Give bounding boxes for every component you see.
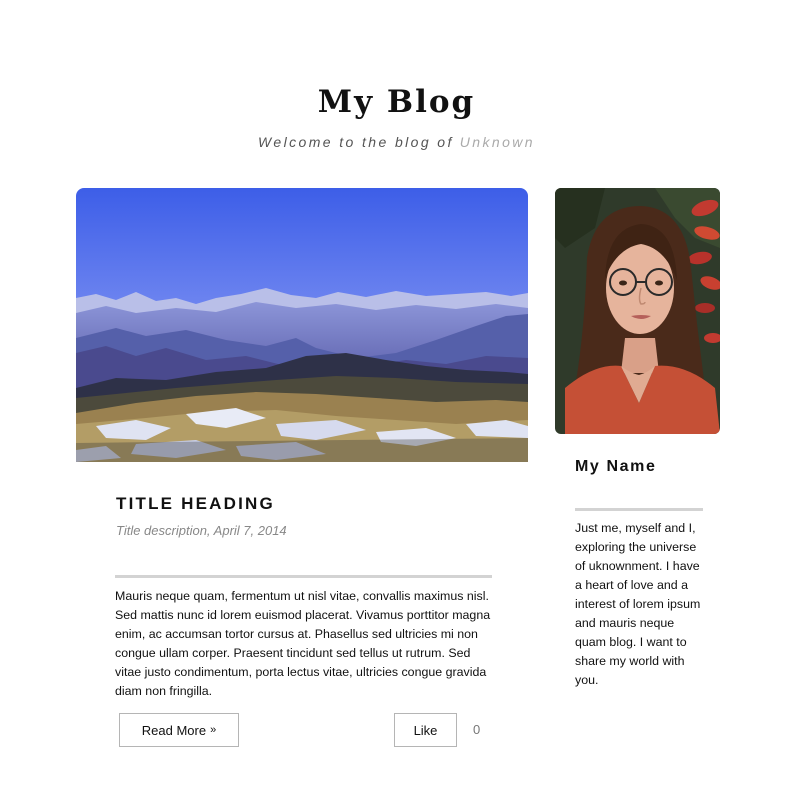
read-more-label: Read More — [141, 722, 207, 738]
read-more-button[interactable]: Read More» — [119, 713, 239, 747]
like-button[interactable]: Like — [394, 713, 457, 747]
profile-divider — [575, 508, 703, 511]
post-divider — [115, 575, 492, 578]
post-hero-image — [76, 188, 528, 462]
blog-title: My Blog — [317, 84, 476, 120]
blog-subtitle: Welcome to the blog of Unknown — [0, 134, 793, 150]
like-count: 0 — [473, 722, 481, 737]
post-meta: Title description, April 7, 2014 — [116, 523, 287, 538]
like-label: Like — [413, 722, 438, 738]
subtitle-author: Unknown — [459, 134, 535, 150]
post-title: TITLE HEADING — [116, 494, 275, 513]
profile-bio: Just me, myself and I, exploring the uni… — [575, 521, 701, 687]
mountain-landscape-image — [76, 188, 528, 462]
avatar — [555, 188, 720, 434]
profile-photo — [555, 188, 720, 434]
post-body: Mauris neque quam, fermentum ut nisl vit… — [115, 589, 491, 698]
chevron-right-icon: » — [210, 724, 217, 736]
subtitle-text: Welcome to the blog of — [258, 134, 454, 150]
profile-name: My Name — [575, 458, 657, 475]
